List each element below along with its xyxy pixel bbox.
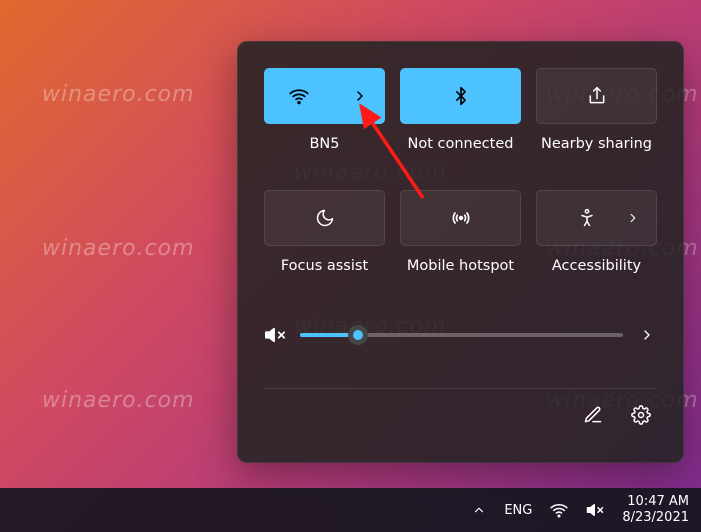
tiles-row-1: BN5 Not connected Nearby sharing (264, 68, 657, 152)
tray-date-text: 8/23/2021 (622, 510, 689, 526)
taskbar: ENG 10:47 AM 8/23/2021 (0, 488, 701, 532)
tile-wrap-nearby-sharing: Nearby sharing (536, 68, 657, 152)
quick-settings-panel: BN5 Not connected Nearby sharing (237, 41, 684, 463)
tile-focus-assist[interactable] (264, 190, 385, 246)
tile-nearby-sharing[interactable] (536, 68, 657, 124)
tile-wrap-wifi: BN5 (264, 68, 385, 152)
share-icon (587, 86, 607, 106)
accessibility-icon (577, 208, 597, 228)
volume-slider[interactable] (300, 333, 623, 337)
wifi-expand-button[interactable] (352, 88, 368, 104)
watermark-text: winaero.com (42, 388, 195, 413)
tile-wifi[interactable] (264, 68, 385, 124)
hotspot-icon (450, 207, 472, 229)
wifi-icon (289, 86, 309, 106)
watermark-text: winaero.com (42, 236, 195, 261)
tray-network-button[interactable] (550, 501, 568, 519)
tile-focus-assist-label: Focus assist (281, 258, 368, 274)
volume-slider-thumb[interactable] (348, 325, 368, 345)
tray-volume-button[interactable] (586, 501, 604, 519)
bluetooth-icon (451, 86, 471, 106)
tile-wrap-mobile-hotspot: Mobile hotspot (400, 190, 521, 274)
tile-bluetooth[interactable] (400, 68, 521, 124)
tile-nearby-sharing-label: Nearby sharing (541, 136, 652, 152)
divider (264, 388, 657, 389)
tile-wifi-label: BN5 (309, 136, 339, 152)
tile-wrap-focus-assist: Focus assist (264, 190, 385, 274)
tile-accessibility[interactable] (536, 190, 657, 246)
tray-time-text: 10:47 AM (627, 494, 689, 510)
watermark-text: winaero.com (42, 82, 195, 107)
volume-mute-button[interactable] (264, 324, 286, 346)
tile-wrap-accessibility: Accessibility (536, 190, 657, 274)
tiles-row-2: Focus assist Mobile hotspot Accessibilit… (264, 190, 657, 274)
tile-bluetooth-label: Not connected (408, 136, 514, 152)
accessibility-expand-button[interactable] (626, 211, 640, 225)
volume-flyout-button[interactable] (637, 327, 657, 343)
tile-mobile-hotspot[interactable] (400, 190, 521, 246)
edit-quick-settings-button[interactable] (583, 405, 603, 425)
tray-language-button[interactable]: ENG (504, 503, 532, 518)
settings-button[interactable] (631, 405, 651, 425)
moon-icon (315, 208, 335, 228)
tile-wrap-bluetooth: Not connected (400, 68, 521, 152)
tile-mobile-hotspot-label: Mobile hotspot (407, 258, 514, 274)
volume-row (264, 324, 657, 346)
tile-accessibility-label: Accessibility (552, 258, 641, 274)
tray-overflow-button[interactable] (472, 503, 486, 517)
bottom-actions (264, 405, 657, 425)
tray-clock-button[interactable]: 10:47 AM 8/23/2021 (622, 494, 689, 527)
